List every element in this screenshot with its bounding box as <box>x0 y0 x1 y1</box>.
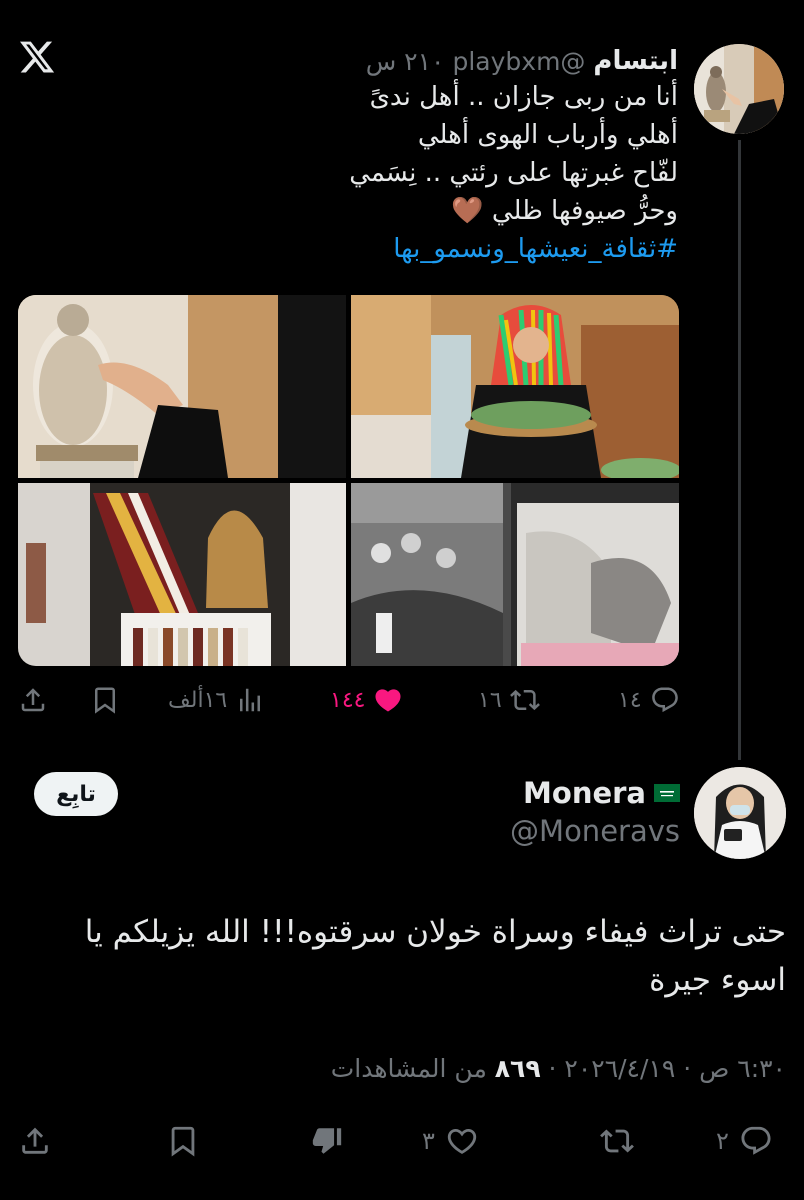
author-handle[interactable]: @playbxm <box>452 47 585 76</box>
reply-count: ١٤ <box>618 687 642 713</box>
share-button[interactable] <box>18 680 48 720</box>
reply-reply-button[interactable]: ٢ <box>716 1118 773 1164</box>
reply-icon <box>741 1126 771 1155</box>
tweet-line: وحرُّ صيوفها ظلي 🤎 <box>451 196 678 226</box>
media-photo-girl-costume[interactable] <box>351 295 679 478</box>
reply-retweet-button[interactable] <box>600 1118 634 1164</box>
saudi-flag-icon <box>654 784 680 802</box>
media-photo-falcon[interactable] <box>18 295 346 478</box>
like-button[interactable]: ١٤٤ <box>330 680 403 720</box>
tweet-text: أنا من ربى جازان .. أهل ندىً أهلي وأرباب… <box>218 78 678 268</box>
tweet-action-bar: ١٦ألف ١٤٤ ١٦ ١٤ <box>18 680 688 720</box>
reply-like-count: ٣ <box>422 1127 435 1155</box>
reply-share-button[interactable] <box>18 1118 52 1164</box>
thumbs-down-icon <box>312 1128 342 1154</box>
tweet-line: أنا من ربى جازان .. أهل ندىً <box>369 82 678 112</box>
avatar[interactable] <box>694 44 784 134</box>
reply-bookmark-button[interactable] <box>166 1118 200 1164</box>
reply-views-count: ٨٦٩ <box>494 1054 541 1083</box>
reply-text: حتى تراث فيفاء وسراة خولان سرقتوه!!! الل… <box>84 914 786 998</box>
views-chart-icon <box>240 688 261 712</box>
tweet-header: ابتسام @playbxm ٢١٠ س <box>366 44 678 78</box>
media-photo-textiles[interactable] <box>18 483 346 666</box>
heart-filled-icon <box>375 689 401 712</box>
tweet-line: أهلي وأرباب الهوى أهلي <box>417 120 678 150</box>
reply-avatar[interactable] <box>694 767 786 859</box>
media-photo-archive[interactable] <box>351 483 679 666</box>
bookmark-icon <box>95 687 115 714</box>
reply-icon <box>651 687 678 713</box>
reply-action-bar: ٣ ٢ <box>18 1118 788 1164</box>
retweet-button[interactable]: ١٦ <box>478 680 540 720</box>
hashtag-link[interactable]: #ثقافة_نعيشها_ونسمو_بها <box>218 230 678 268</box>
retweet-count: ١٦ <box>478 687 502 713</box>
reply-timestamp[interactable]: ٦:٣٠ ص · ٢٠٢٦/٤/١٩ · <box>541 1054 786 1083</box>
reply-views-label: من المشاهدات <box>330 1054 495 1083</box>
reply-author-handle[interactable]: @Moneravs <box>510 814 680 848</box>
thread-line <box>738 140 741 760</box>
views-count: ١٦ألف <box>168 687 228 713</box>
retweet-icon <box>509 689 540 711</box>
share-icon <box>21 688 45 712</box>
bookmark-icon <box>171 1126 195 1157</box>
author-name[interactable]: ابتسام <box>593 46 678 76</box>
reply-reply-count: ٢ <box>716 1127 729 1155</box>
tweet-time[interactable]: ٢١٠ س <box>366 47 445 76</box>
media-grid <box>18 295 679 666</box>
x-logo-icon[interactable] <box>18 38 56 76</box>
follow-button[interactable]: تابِع <box>34 772 118 816</box>
retweet-icon <box>600 1129 634 1153</box>
share-icon <box>22 1127 48 1154</box>
reply-button[interactable]: ١٤ <box>618 680 680 720</box>
reply-author[interactable]: Monera <box>523 776 680 810</box>
heart-icon <box>447 1128 477 1154</box>
tweet-line: لفّاح غبرتها على رئتي .. نِسَمي <box>349 158 678 188</box>
reply-meta: ٦:٣٠ ص · ٢٠٢٦/٤/١٩ · ٨٦٩ من المشاهدات <box>331 1054 786 1083</box>
reply-author-name: Monera <box>523 776 646 810</box>
views-button[interactable]: ١٦ألف <box>168 680 265 720</box>
bookmark-button[interactable] <box>90 680 120 720</box>
like-count: ١٤٤ <box>330 687 366 713</box>
reply-like-button[interactable]: ٣ <box>422 1118 479 1164</box>
dislike-button[interactable] <box>310 1118 344 1164</box>
